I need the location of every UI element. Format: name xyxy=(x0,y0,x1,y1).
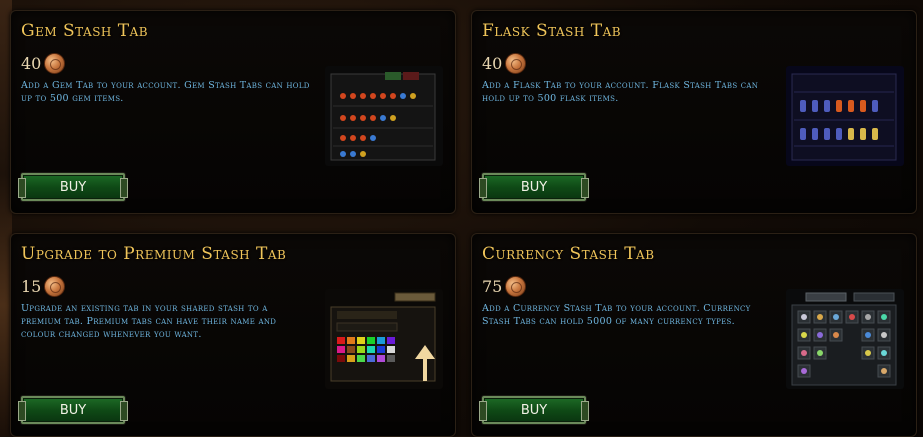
gem-stash-preview-image xyxy=(325,66,443,166)
premium-stash-tab-card: Upgrade to Premium Stash Tab 15 Upgrade … xyxy=(10,233,456,437)
flask-stash-tab-card: Flask Stash Tab 40 Add a Flask Tab to yo… xyxy=(471,10,917,214)
price-value: 40 xyxy=(482,54,503,73)
currency-stash-preview-image xyxy=(786,289,904,389)
card-title: Upgrade to Premium Stash Tab xyxy=(21,244,287,264)
flask-stash-preview-image xyxy=(786,66,904,166)
coin-icon xyxy=(505,276,527,297)
card-description: Upgrade an existing tab in your shared s… xyxy=(21,303,277,340)
buy-button[interactable]: BUY xyxy=(479,173,589,201)
buy-button[interactable]: BUY xyxy=(18,396,128,424)
card-title: Currency Stash Tab xyxy=(482,244,655,264)
gem-stash-tab-card: Gem Stash Tab 40 Add a Gem Tab to your a… xyxy=(10,10,456,214)
coin-icon xyxy=(505,53,527,74)
price: 75 xyxy=(482,276,527,297)
price: 40 xyxy=(21,53,66,74)
card-description: Add a Gem Tab to your account. Gem Stash… xyxy=(21,80,310,104)
buy-button[interactable]: BUY xyxy=(479,396,589,424)
card-description: Add a Flask Tab to your account. Flask S… xyxy=(482,80,759,104)
coin-icon xyxy=(44,53,66,74)
price-value: 75 xyxy=(482,277,503,296)
price-value: 15 xyxy=(21,277,42,296)
card-title: Flask Stash Tab xyxy=(482,21,622,41)
premium-stash-preview-image xyxy=(325,289,443,389)
card-title: Gem Stash Tab xyxy=(21,21,149,41)
buy-button[interactable]: BUY xyxy=(18,173,128,201)
currency-stash-tab-card: Currency Stash Tab 75 Add a Currency Sta… xyxy=(471,233,917,437)
coin-icon xyxy=(44,276,66,297)
card-description: Add a Currency Stash Tab to your account… xyxy=(482,303,751,327)
price: 40 xyxy=(482,53,527,74)
price-value: 40 xyxy=(21,54,42,73)
price: 15 xyxy=(21,276,66,297)
